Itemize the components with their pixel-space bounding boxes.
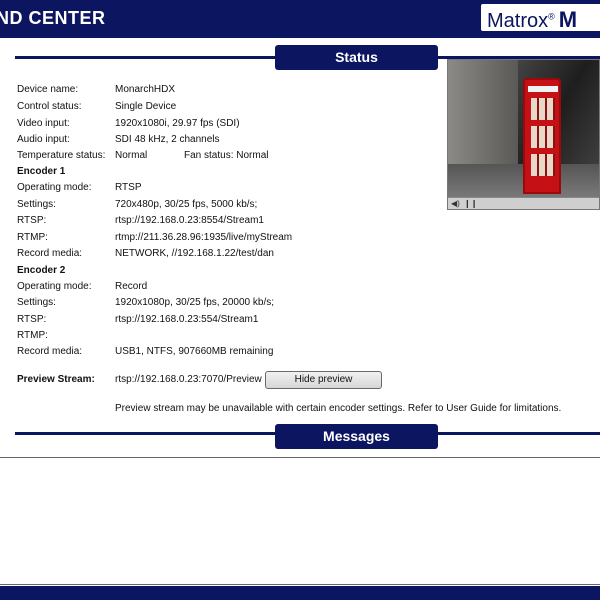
encoder1-mode-label: Operating mode: <box>17 182 92 193</box>
temperature-value: Normal <box>115 150 148 161</box>
preview-note: Preview stream may be unavailable with c… <box>115 403 562 414</box>
control-status-label: Control status: <box>17 101 82 112</box>
device-name-label: Device name: <box>17 84 79 95</box>
phone-box-window <box>531 98 555 120</box>
encoder2-record-label: Record media: <box>17 346 83 357</box>
header-bar: ND CENTER Matrox® M <box>0 0 600 38</box>
footer-bar <box>0 586 600 600</box>
encoder1-mode-value: RTSP <box>115 182 142 193</box>
status-section-tab: Status <box>275 45 438 70</box>
encoder2-mode-value: Record <box>115 281 148 292</box>
phone-box-sign <box>528 86 558 92</box>
speaker-icon[interactable]: ◀) <box>451 199 460 209</box>
logo-text: Matrox® M <box>487 7 578 32</box>
encoder1-settings-value: 720x480p, 30/25 fps, 5000 kb/s; <box>115 199 258 210</box>
matrox-logo: Matrox® M <box>479 2 600 33</box>
phone-box-window <box>531 126 555 148</box>
encoder2-rtsp-label: RTSP: <box>17 314 47 325</box>
encoder1-record-value: NETWORK, //192.168.1.22/test/dan <box>115 248 274 259</box>
encoder2-rtsp-value: rtsp://192.168.0.23:554/Stream1 <box>115 314 259 325</box>
video-controls: ◀) ❙❙ <box>448 197 599 209</box>
encoder1-heading: Encoder 1 <box>17 166 66 177</box>
phone-box-window <box>531 154 555 176</box>
device-name-value: MonarchHDX <box>115 84 176 95</box>
encoder2-record-value: USB1, NTFS, 907660MB remaining <box>115 346 274 357</box>
preview-stream-label: Preview Stream: <box>17 374 95 385</box>
video-preview[interactable]: ◀) ❙❙ <box>447 59 600 210</box>
video-phone-box <box>523 78 561 194</box>
encoder1-rtsp-value: rtsp://192.168.0.23:8554/Stream1 <box>115 215 264 226</box>
video-input-label: Video input: <box>17 118 70 129</box>
preview-stream-url: rtsp://192.168.0.23:7070/Preview <box>115 374 262 385</box>
temperature-label: Temperature status: <box>17 150 106 161</box>
video-input-value: 1920x1080i, 29.97 fps (SDI) <box>115 118 240 129</box>
messages-pane[interactable] <box>0 457 600 585</box>
encoder2-settings-label: Settings: <box>17 297 56 308</box>
control-status-value: Single Device <box>115 101 177 112</box>
encoder1-rtsp-label: RTSP: <box>17 215 47 226</box>
pause-icon[interactable]: ❙❙ <box>464 199 477 209</box>
fan-status-label: Fan status: <box>184 150 234 161</box>
encoder2-rtmp-label: RTMP: <box>17 330 48 341</box>
temperature-row: Temperature status: Normal Fan status: N… <box>17 149 437 163</box>
encoder1-settings-label: Settings: <box>17 199 56 210</box>
audio-input-value: SDI 48 kHz, 2 channels <box>115 134 220 145</box>
encoder2-mode-label: Operating mode: <box>17 281 92 292</box>
encoder2-heading: Encoder 2 <box>17 265 66 276</box>
hide-preview-button[interactable]: Hide preview <box>265 371 382 389</box>
app-title: ND CENTER <box>0 8 106 28</box>
audio-input-label: Audio input: <box>17 134 70 145</box>
video-frame <box>448 60 599 199</box>
fan-status-value: Normal <box>236 150 269 161</box>
encoder1-record-label: Record media: <box>17 248 83 259</box>
encoder1-rtmp-label: RTMP: <box>17 232 48 243</box>
messages-section-tab: Messages <box>275 424 438 449</box>
encoder2-settings-value: 1920x1080p, 30/25 fps, 20000 kb/s; <box>115 297 275 308</box>
encoder1-rtmp-value: rtmp://211.36.28.96:1935/live/myStream <box>115 232 293 243</box>
fan-status: Fan status: Normal <box>184 149 268 163</box>
